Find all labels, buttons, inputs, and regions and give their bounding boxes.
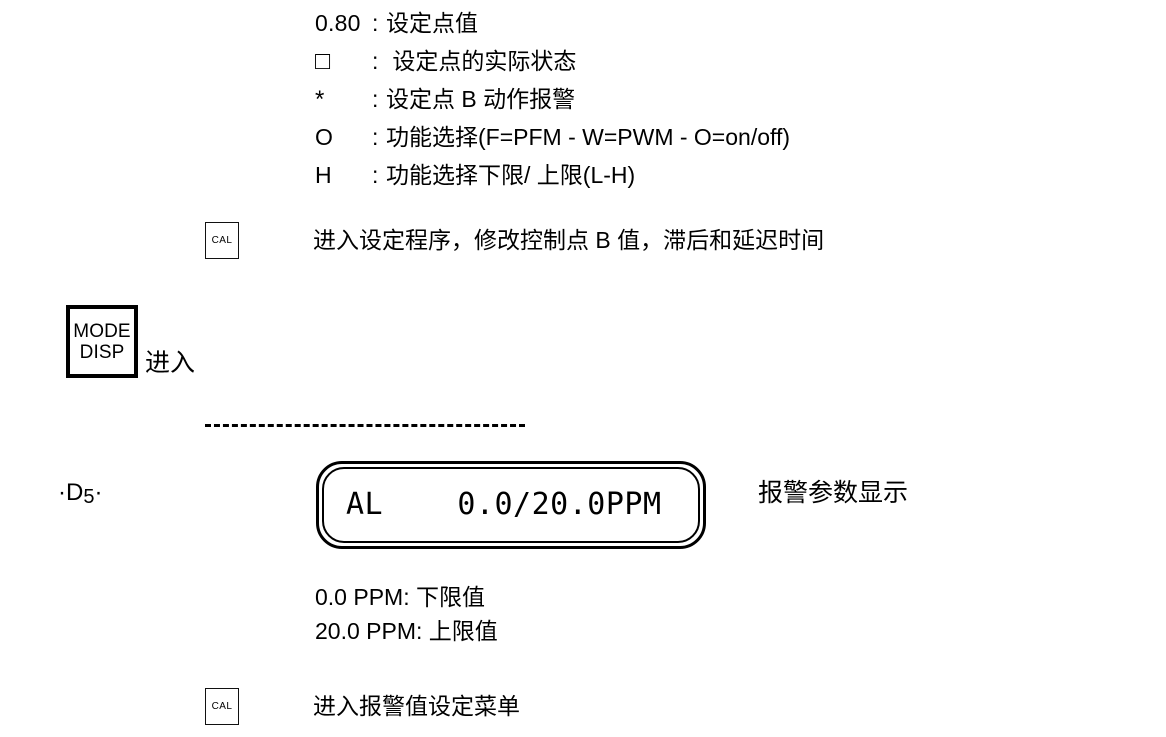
step-label-prefix: ·D [58, 479, 84, 506]
legend-symbol-asterisk-icon: * [315, 86, 325, 113]
symbol-legend: 0.80 : 设定点值 □ : 设定点的实际状态 * : 设定点 B 动作报警 … [315, 4, 1155, 194]
mode-button-label-line1: MODE [73, 320, 131, 342]
mode-disp-button[interactable]: MODE DISP [66, 305, 138, 378]
legend-colon: : [372, 162, 379, 188]
cal-step-description: 进入报警值设定菜单 [313, 693, 520, 719]
cal-button[interactable]: CAL [205, 688, 239, 725]
legend-colon: : [372, 10, 379, 36]
legend-row: O : 功能选择(F=PFM - W=PWM - O=on/off) [315, 118, 1155, 156]
cal-step-row: CAL 进入报警值设定菜单 [205, 688, 520, 725]
legend-symbol-box-icon: □ [315, 47, 331, 75]
legend-row: * : 设定点 B 动作报警 [315, 80, 1155, 118]
legend-description: 设定点值 [386, 10, 478, 36]
dashed-separator [205, 424, 525, 427]
upper-limit-note: 20.0 PPM: 上限值 [315, 618, 498, 644]
cal-button[interactable]: CAL [205, 222, 239, 259]
lcd-display-text: AL 0.0/20.0PPM [346, 487, 662, 522]
legend-colon: : [372, 124, 379, 150]
legend-symbol: H [315, 162, 332, 188]
step-label-number: 5 [83, 486, 95, 508]
legend-symbol: 0.80 [315, 10, 361, 36]
lower-limit-note: 0.0 PPM: 下限值 [315, 584, 485, 610]
mode-disp-step-row: MODE DISP 进入 [66, 305, 195, 378]
legend-row: H : 功能选择下限/ 上限(L-H) [315, 156, 1155, 194]
legend-symbol: O [315, 124, 334, 150]
cal-step-row: CAL 进入设定程序，修改控制点 B 值，滞后和延迟时间 [205, 222, 824, 259]
lcd-display-panel: AL 0.0/20.0PPM [316, 461, 706, 549]
cal-button-label: CAL [211, 234, 233, 246]
lcd-display-caption: 报警参数显示 [758, 479, 909, 507]
legend-colon: : [372, 86, 379, 112]
lcd-display-bezel: AL 0.0/20.0PPM [322, 467, 700, 543]
legend-description: 功能选择下限/ 上限(L-H) [386, 162, 636, 188]
limit-value-notes: 0.0 PPM: 下限值 20.0 PPM: 上限值 [315, 580, 498, 648]
mode-step-description: 进入 [145, 349, 196, 377]
mode-button-label-line2: DISP [79, 341, 125, 363]
cal-button-label: CAL [211, 700, 233, 712]
legend-description: 设定点的实际状态 [386, 48, 577, 74]
legend-colon: : [372, 48, 379, 74]
legend-description: 设定点 B 动作报警 [386, 86, 576, 112]
cal-step-description: 进入设定程序，修改控制点 B 值，滞后和延迟时间 [313, 227, 825, 253]
step-label: ·D5· [58, 479, 103, 508]
legend-row: 0.80 : 设定点值 [315, 4, 1155, 42]
legend-row: □ : 设定点的实际状态 [315, 42, 1155, 80]
legend-description: 功能选择(F=PFM - W=PWM - O=on/off) [386, 124, 791, 150]
step-label-suffix: · [94, 479, 103, 506]
